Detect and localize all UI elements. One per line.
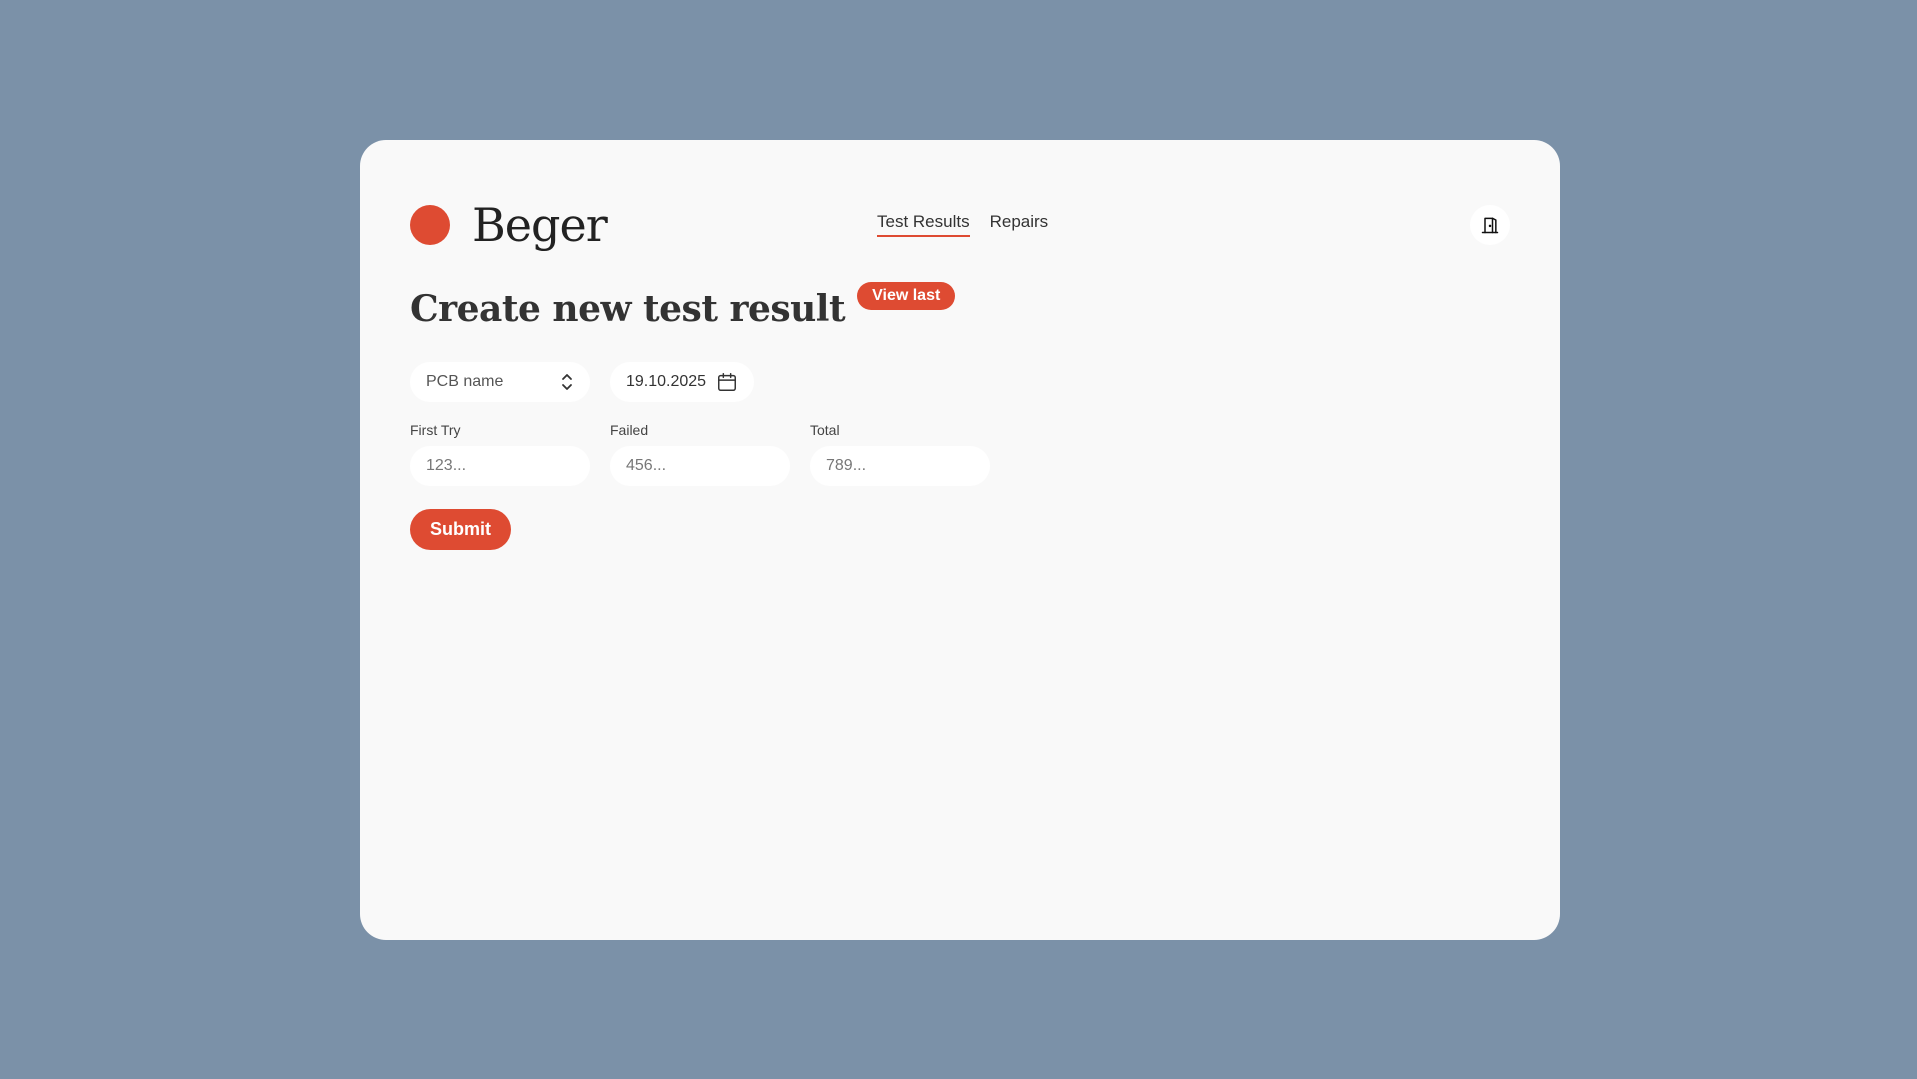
fields-row: First Try Failed Total bbox=[410, 422, 990, 486]
first-try-label: First Try bbox=[410, 422, 461, 438]
first-try-field: First Try bbox=[410, 422, 590, 486]
nav-item-repairs[interactable]: Repairs bbox=[990, 212, 1049, 237]
view-last-button[interactable]: View last bbox=[857, 282, 956, 310]
total-input[interactable] bbox=[810, 446, 990, 486]
logo-dot-icon bbox=[410, 205, 450, 245]
failed-input[interactable] bbox=[610, 446, 790, 486]
logout-button[interactable] bbox=[1470, 205, 1510, 245]
brand-name: Beger bbox=[472, 198, 608, 252]
pcb-name-select[interactable]: PCB name bbox=[410, 362, 590, 402]
date-value: 19.10.2025 bbox=[626, 373, 707, 390]
submit-button[interactable]: Submit bbox=[410, 509, 511, 550]
page-title: Create new test result bbox=[410, 288, 846, 330]
main-card: Beger Test Results Repairs Create new te… bbox=[360, 140, 1560, 940]
date-picker[interactable]: 19.10.2025 bbox=[610, 362, 755, 402]
total-field: Total bbox=[810, 422, 990, 486]
pcb-name-select-value: PCB name bbox=[426, 373, 504, 390]
nav-item-test-results[interactable]: Test Results bbox=[877, 212, 970, 237]
header: Beger Test Results Repairs bbox=[410, 198, 1510, 252]
main-nav: Test Results Repairs bbox=[877, 212, 1048, 237]
failed-label: Failed bbox=[610, 422, 649, 438]
logo[interactable]: Beger bbox=[410, 198, 608, 252]
calendar-icon bbox=[718, 373, 737, 391]
chevron-up-down-icon bbox=[562, 374, 572, 390]
first-try-input[interactable] bbox=[410, 446, 590, 486]
failed-field: Failed bbox=[610, 422, 790, 486]
title-row: Create new test result View last bbox=[410, 282, 956, 330]
door-exit-icon bbox=[1481, 217, 1499, 234]
select-row: PCB name 19.10.2025 bbox=[410, 362, 755, 402]
total-label: Total bbox=[810, 422, 840, 438]
